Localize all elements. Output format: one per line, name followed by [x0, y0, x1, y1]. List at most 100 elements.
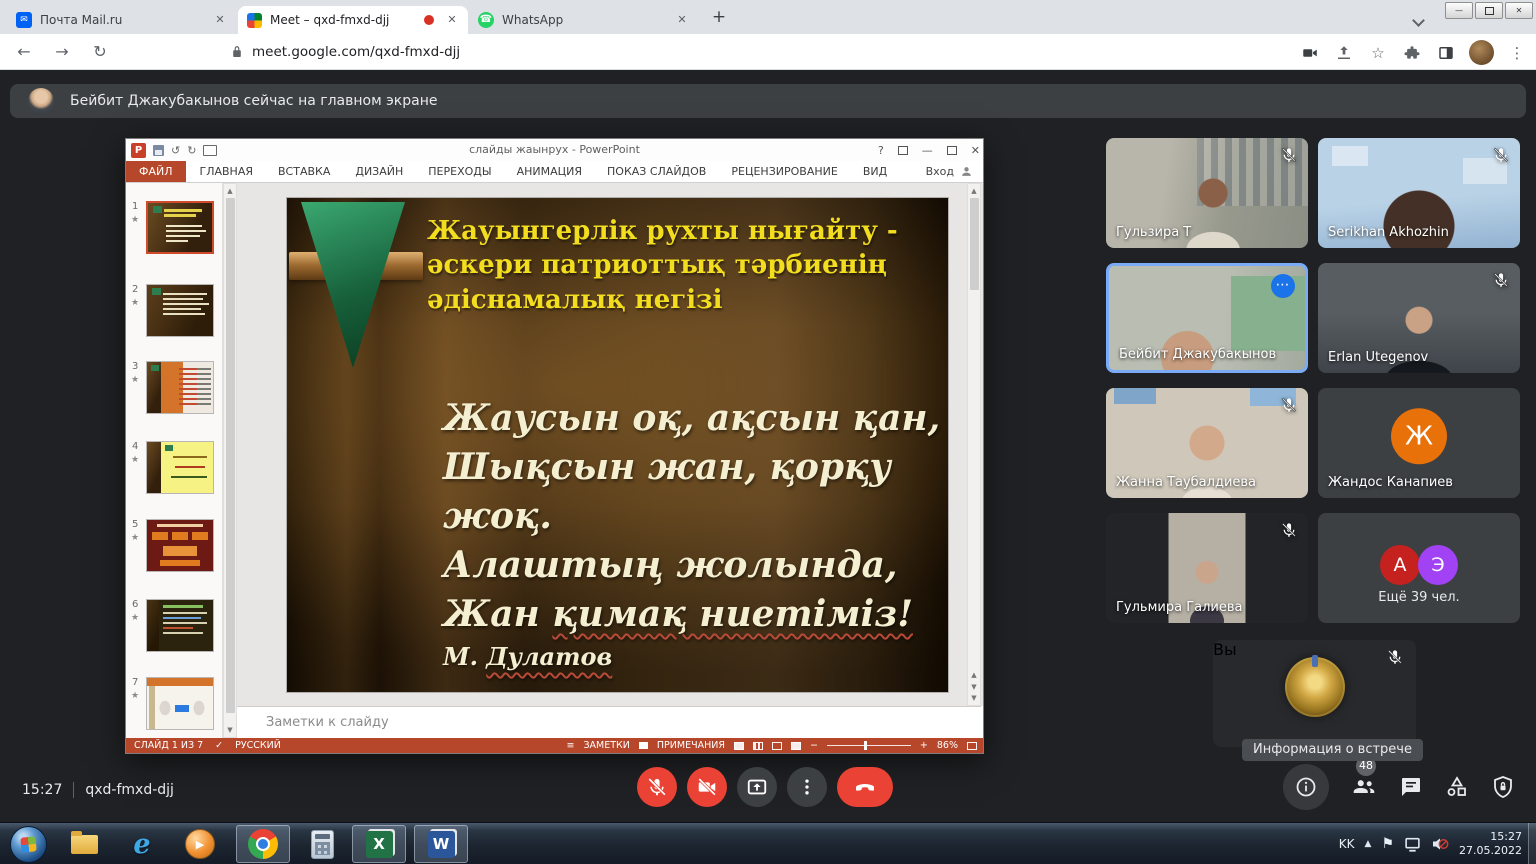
taskbar-excel-button[interactable]: X: [352, 825, 406, 863]
tab-search-chevron-icon[interactable]: [1414, 10, 1423, 29]
side-panel-icon[interactable]: [1435, 42, 1457, 64]
slide-thumbnail-image: [146, 284, 214, 337]
chat-button[interactable]: [1399, 775, 1423, 799]
info-icon: [1294, 775, 1318, 799]
taskbar-word-button[interactable]: W: [414, 825, 468, 863]
tab-close-icon[interactable]: ✕: [674, 12, 690, 28]
camera-toggle-button[interactable]: [687, 767, 727, 807]
mic-toggle-button[interactable]: [637, 767, 677, 807]
self-camera-emblem: [1285, 657, 1345, 717]
tab-meet[interactable]: Meet – qxd-fmxd-djj ✕: [238, 6, 468, 34]
animation-star-icon: ★: [131, 691, 139, 701]
taskbar-calculator-button[interactable]: [300, 825, 344, 863]
back-button[interactable]: ←: [12, 40, 36, 64]
taskbar-explorer-button[interactable]: [62, 825, 106, 863]
self-label: Вы: [1213, 640, 1237, 659]
ppt-window-controls: ? — ✕: [878, 139, 980, 161]
self-view-tile[interactable]: Вы: [1213, 640, 1416, 747]
tab-whatsapp[interactable]: ☎ WhatsApp ✕: [470, 6, 698, 34]
taskbar-chrome-button[interactable]: [236, 825, 290, 863]
ppt-tab-design: ДИЗАЙН: [355, 165, 403, 178]
excel-icon: X: [366, 831, 393, 858]
slide-thumbnail-image: [146, 677, 214, 730]
word-icon: W: [428, 831, 455, 858]
participant-tile-serikhan[interactable]: Serikhan Akhozhin: [1318, 138, 1520, 248]
window-minimize-button[interactable]: —: [1445, 2, 1473, 19]
participant-name: Жандос Канапиев: [1328, 475, 1453, 490]
participant-tile-beibit[interactable]: ⋯ Бейбит Джакубакынов: [1106, 263, 1308, 373]
share-page-icon[interactable]: [1333, 42, 1355, 64]
participant-tile-zhandos[interactable]: Ж Жандос Канапиев: [1318, 388, 1520, 498]
window-restore-button[interactable]: [1475, 2, 1503, 19]
extensions-puzzle-icon[interactable]: [1401, 42, 1423, 64]
tab-label: Почта Mail.ru: [40, 13, 206, 27]
start-button[interactable]: [10, 826, 47, 863]
previous-slide-icon: ▲: [968, 671, 980, 679]
normal-view-icon: [734, 742, 744, 750]
people-icon: [1351, 774, 1377, 800]
window-close-button[interactable]: ✕: [1505, 2, 1533, 19]
show-everyone-button[interactable]: [1351, 774, 1377, 800]
slideshow-view-icon: [791, 742, 801, 750]
tab-close-icon[interactable]: ✕: [444, 12, 460, 28]
volume-muted-icon[interactable]: [1431, 835, 1449, 853]
mic-off-icon: [1280, 146, 1298, 164]
participant-tile-overflow[interactable]: А Э Ещё 39 чел.: [1318, 513, 1520, 623]
scroll-down-icon: ▼: [224, 726, 236, 734]
slide-thumbnail-image: [146, 441, 214, 494]
participant-tile-gulmira[interactable]: Гульмира Галиева: [1106, 513, 1308, 623]
slide-thumbnail-4: 4 ★: [126, 441, 223, 499]
camera-in-use-icon[interactable]: [1299, 42, 1321, 64]
present-button[interactable]: [737, 767, 777, 807]
more-options-button[interactable]: [787, 767, 827, 807]
leave-call-button[interactable]: [837, 767, 893, 807]
host-controls-button[interactable]: [1491, 775, 1515, 799]
forward-button[interactable]: →: [50, 40, 74, 64]
overflow-count-label: Ещё 39 чел.: [1318, 590, 1520, 605]
meeting-details-button[interactable]: [1283, 764, 1329, 810]
presenting-banner-text: Бейбит Джакубакынов сейчас на главном эк…: [70, 93, 438, 109]
shield-lock-icon: [1491, 775, 1515, 799]
taskbar-clock[interactable]: 15:27 27.05.2022: [1459, 830, 1522, 859]
divider: [73, 782, 74, 798]
windows-taskbar: e ▶ X W KK ▲ ⚑ 15:27 27.05.2022: [0, 822, 1536, 864]
new-tab-button[interactable]: +: [708, 7, 730, 29]
notes-toggle-icon: ≡: [566, 740, 574, 751]
browser-menu-icon[interactable]: ⋮: [1506, 42, 1528, 64]
participant-name: Гульмира Галиева: [1116, 600, 1242, 615]
browser-profile-avatar[interactable]: [1469, 40, 1494, 65]
show-desktop-button[interactable]: [1528, 823, 1536, 864]
slide-body-text: Жаусын оқ, ақсын қан, Шықсын жан, қорқу …: [443, 394, 943, 675]
present-screen-icon: [746, 776, 768, 798]
notes-placeholder: Заметки к слайду: [266, 715, 389, 730]
reload-button[interactable]: ↻: [88, 40, 112, 64]
chrome-icon: [248, 829, 278, 859]
ppt-tab-file: ФАЙЛ: [126, 161, 186, 182]
shared-screen-presentation[interactable]: P ↺ ↻ слайды жаынрух - PowerPoint ? — ✕ …: [125, 138, 984, 754]
bookmark-star-icon[interactable]: ☆: [1367, 42, 1389, 64]
taskbar-media-player-button[interactable]: ▶: [178, 825, 222, 863]
tab-close-icon[interactable]: ✕: [212, 12, 228, 28]
omnibox[interactable]: meet.google.com/qxd-fmxd-djj: [230, 41, 460, 63]
window-controls: — ✕: [1445, 2, 1533, 19]
participant-tile-gulzira[interactable]: Гульзира Т: [1106, 138, 1308, 248]
zoom-out-icon: −: [810, 740, 818, 751]
mic-off-icon: [1492, 271, 1510, 289]
tile-options-button[interactable]: ⋯: [1271, 274, 1295, 298]
taskbar-ie-button[interactable]: e: [120, 825, 164, 863]
participant-tile-zhanna[interactable]: Жанна Таубалдиева: [1106, 388, 1308, 498]
mailru-favicon-icon: ✉: [16, 12, 32, 28]
slide-body-line: Жаусын оқ, ақсын қан,: [443, 394, 943, 443]
action-center-flag-icon[interactable]: ⚑: [1381, 836, 1394, 852]
language-indicator[interactable]: KK: [1339, 837, 1355, 851]
ppt-current-slide: Жауынгерлік рухты нығайту - әскери патри…: [286, 197, 949, 693]
animation-star-icon: ★: [131, 298, 139, 308]
participant-tile-erlan[interactable]: Erlan Utegenov: [1318, 263, 1520, 373]
hidden-icons-chevron[interactable]: ▲: [1365, 839, 1372, 849]
calculator-icon: [311, 830, 334, 859]
activities-button[interactable]: [1445, 775, 1469, 799]
network-icon[interactable]: [1404, 836, 1421, 853]
tab-mail-ru[interactable]: ✉ Почта Mail.ru ✕: [8, 6, 236, 34]
participant-name: Жанна Таубалдиева: [1116, 475, 1256, 490]
slide-thumbnail-image: [146, 361, 214, 414]
